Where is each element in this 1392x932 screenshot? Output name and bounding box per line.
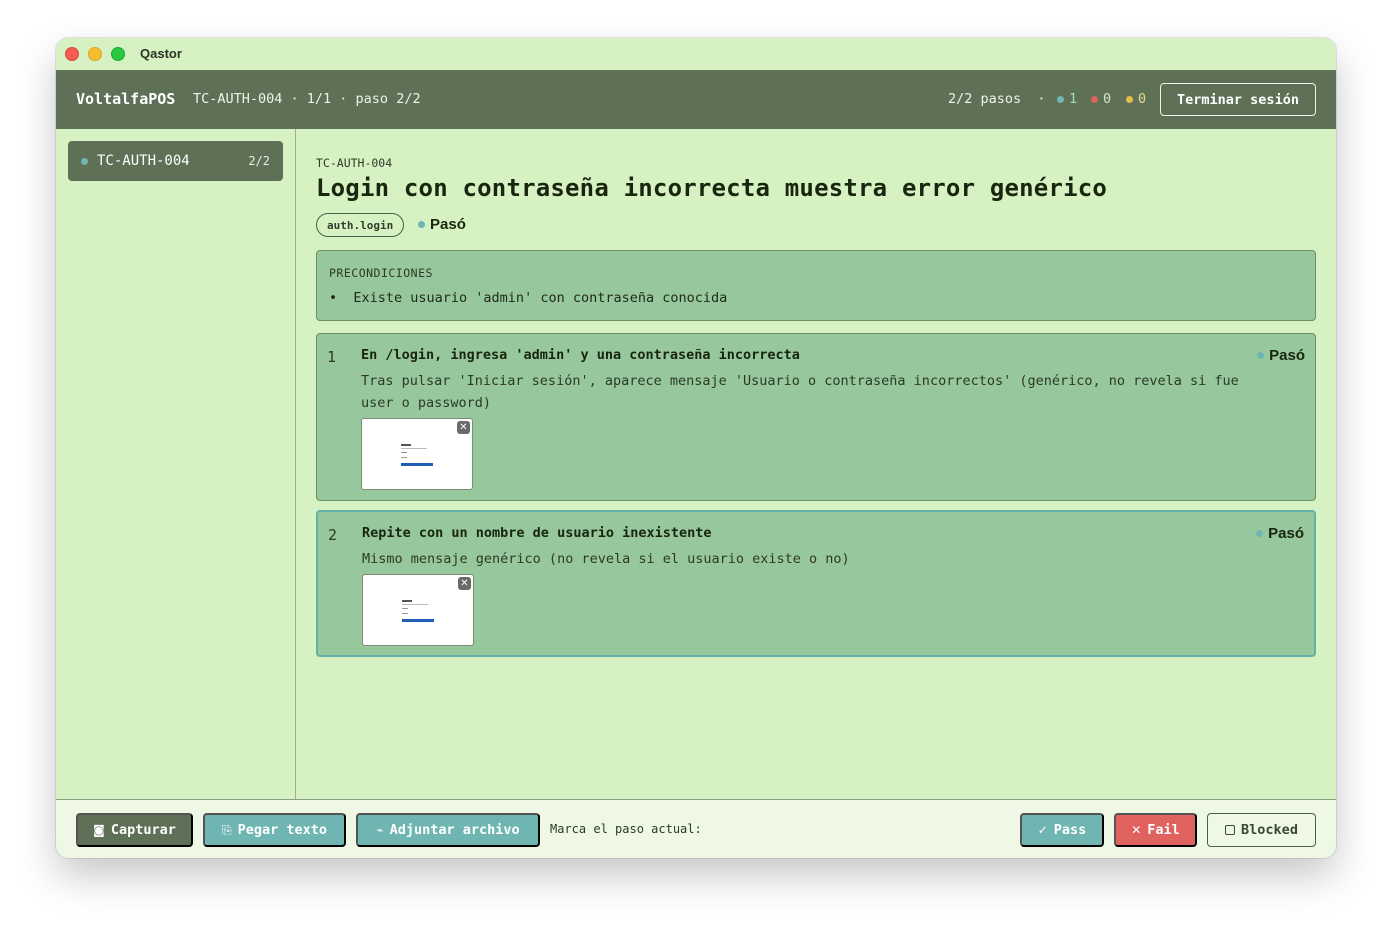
fail-dot-icon xyxy=(1091,95,1098,103)
pass-counter: 1 xyxy=(1057,91,1077,107)
clipboard-icon: ⎘ xyxy=(221,822,232,837)
step-number: 1 xyxy=(327,348,337,366)
blocked-button[interactable]: Blocked xyxy=(1207,813,1316,847)
remove-attachment-icon[interactable]: ✕ xyxy=(457,421,470,434)
remove-attachment-icon[interactable]: ✕ xyxy=(458,577,471,590)
step-status: Pasó xyxy=(1257,347,1305,364)
preconditions-heading: PRECONDICIONES xyxy=(329,266,433,280)
close-window-button[interactable] xyxy=(65,47,79,61)
case-id: TC-AUTH-004 xyxy=(316,156,393,170)
sidebar-item-count: 2/2 xyxy=(248,154,270,168)
fail-counter: 0 xyxy=(1091,91,1111,107)
check-icon: ✓ xyxy=(1037,823,1048,837)
x-icon: ✕ xyxy=(1131,823,1142,837)
main-panel: TC-AUTH-004 Login con contraseña incorre… xyxy=(297,129,1336,799)
sidebar-item-label: TC-AUTH-004 xyxy=(97,153,190,169)
sidebar-item-tc-auth-004[interactable]: TC-AUTH-004 2/2 xyxy=(68,141,283,181)
module-tag: auth.login xyxy=(316,213,405,237)
pass-dot-icon xyxy=(1057,95,1064,103)
step-number: 2 xyxy=(328,526,338,544)
step-title: Repite con un nombre de usuario inexiste… xyxy=(362,525,712,541)
pass-button[interactable]: ✓ Pass xyxy=(1020,813,1104,847)
step-expected-result: Mismo mensaje genérico (no revela si el … xyxy=(362,551,850,567)
brand-name: VoltalfaPOS xyxy=(76,90,176,108)
precondition-item: • Existe usuario 'admin' con contraseña … xyxy=(329,290,728,306)
window-title: Qastor xyxy=(140,46,182,61)
status-dot-icon xyxy=(418,221,425,228)
step-status: Pasó xyxy=(1256,525,1304,542)
action-footer: ◙ Capturar ⎘ Pegar texto ⌁ Adjuntar arch… xyxy=(56,799,1336,858)
maximize-window-button[interactable] xyxy=(111,47,125,61)
case-status-label: Pasó xyxy=(430,216,466,233)
status-dot-icon xyxy=(1256,530,1264,537)
case-progress: TC-AUTH-004 · 1/1 · paso 2/2 xyxy=(193,91,421,107)
screenshot-thumbnail[interactable]: ✕ xyxy=(361,418,473,490)
sidebar: TC-AUTH-004 2/2 xyxy=(56,129,296,799)
page-title: Login con contraseña incorrecta muestra … xyxy=(316,174,1108,202)
fail-button[interactable]: ✕ Fail xyxy=(1114,813,1197,847)
blocked-counter: 0 xyxy=(1126,91,1146,107)
case-status: Pasó xyxy=(418,216,466,233)
step-status-label: Pasó xyxy=(1268,525,1304,542)
square-icon xyxy=(1225,825,1236,835)
end-session-button[interactable]: Terminar sesión xyxy=(1160,83,1316,116)
status-dot-icon xyxy=(81,158,88,165)
status-dot-icon xyxy=(1257,352,1265,359)
minimize-window-button[interactable] xyxy=(88,47,102,61)
step-status-label: Pasó xyxy=(1269,347,1305,364)
top-header: VoltalfaPOS TC-AUTH-004 · 1/1 · paso 2/2… xyxy=(56,70,1336,129)
step-card-active[interactable]: 2 Repite con un nombre de usuario inexis… xyxy=(316,510,1316,657)
attach-file-button[interactable]: ⌁ Adjuntar archivo xyxy=(356,813,540,847)
paperclip-icon: ⌁ xyxy=(376,823,384,837)
preconditions-box: PRECONDICIONES • Existe usuario 'admin' … xyxy=(316,250,1316,321)
mark-step-label: Marca el paso actual: xyxy=(550,822,702,836)
blocked-dot-icon xyxy=(1126,95,1133,103)
step-expected-result: Tras pulsar 'Iniciar sesión', aparece me… xyxy=(361,373,1239,411)
screenshot-thumbnail[interactable]: ✕ xyxy=(362,574,474,646)
steps-progress: 2/2 pasos · xyxy=(948,91,1046,107)
title-bar: Qastor xyxy=(56,38,1336,70)
capture-button[interactable]: ◙ Capturar xyxy=(76,813,193,847)
step-title: En /login, ingresa 'admin' y una contras… xyxy=(361,347,800,363)
app-window: Qastor VoltalfaPOS TC-AUTH-004 · 1/1 · p… xyxy=(56,38,1336,858)
step-card[interactable]: 1 En /login, ingresa 'admin' y una contr… xyxy=(316,333,1316,501)
camera-icon: ◙ xyxy=(93,823,105,837)
paste-text-button[interactable]: ⎘ Pegar texto xyxy=(203,813,346,847)
